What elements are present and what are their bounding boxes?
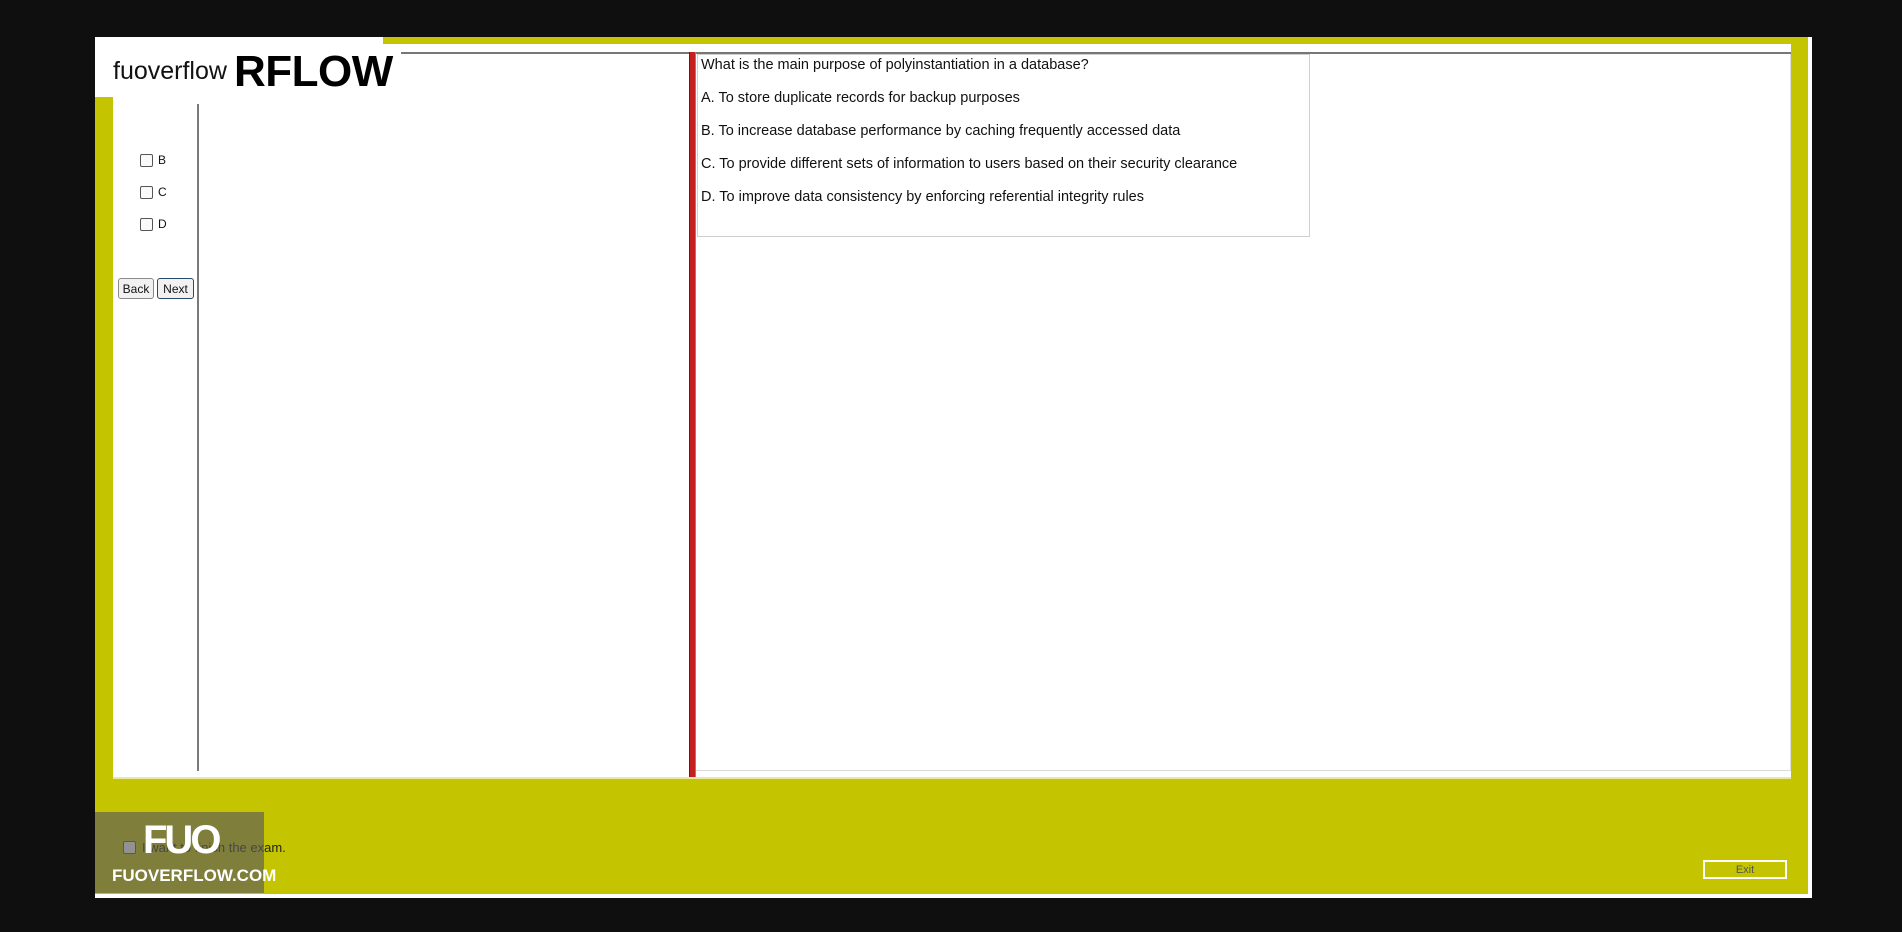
question-box: What is the main purpose of polyinstanti… [697,54,1310,237]
choice-c: C. To provide different sets of informat… [701,156,1238,172]
work-area-bottom-edge [113,777,1791,779]
watermark: FUO FUOVERFLOW.COM [95,812,276,893]
logo-bar: fuoverflow RFLOW [95,37,393,97]
answer-d-label: D [158,217,167,231]
answer-option-c[interactable]: C [140,185,167,199]
logo-text-big: RFLOW [234,47,393,96]
back-button[interactable]: Back [118,278,154,299]
choice-a: A. To store duplicate records for backup… [701,90,1020,106]
panel-splitter[interactable] [689,52,696,779]
middle-panel [199,54,689,771]
answer-b-label: B [158,153,167,167]
answer-b-checkbox[interactable] [140,153,153,167]
choice-b: B. To increase database performance by c… [701,123,1181,139]
question-text: What is the main purpose of polyinstanti… [701,57,1089,73]
work-area: B C D Back Next What is the main purpose… [113,44,1791,779]
answer-option-d[interactable]: D [140,217,167,231]
exit-button[interactable]: Exit [1703,860,1787,879]
answer-c-checkbox[interactable] [140,185,153,199]
watermark-text: FUOVERFLOW.COM [112,866,277,885]
answer-d-checkbox[interactable] [140,217,153,231]
logo-text-small: fuoverflow [113,57,227,85]
answer-c-label: C [158,185,167,199]
answer-panel: B C D [113,104,199,771]
next-button[interactable]: Next [157,278,194,299]
exam-window: B C D Back Next What is the main purpose… [95,37,1812,898]
watermark-logo: FUO [143,818,221,862]
choice-d: D. To improve data consistency by enforc… [701,189,1145,205]
answer-option-b[interactable]: B [140,153,166,167]
